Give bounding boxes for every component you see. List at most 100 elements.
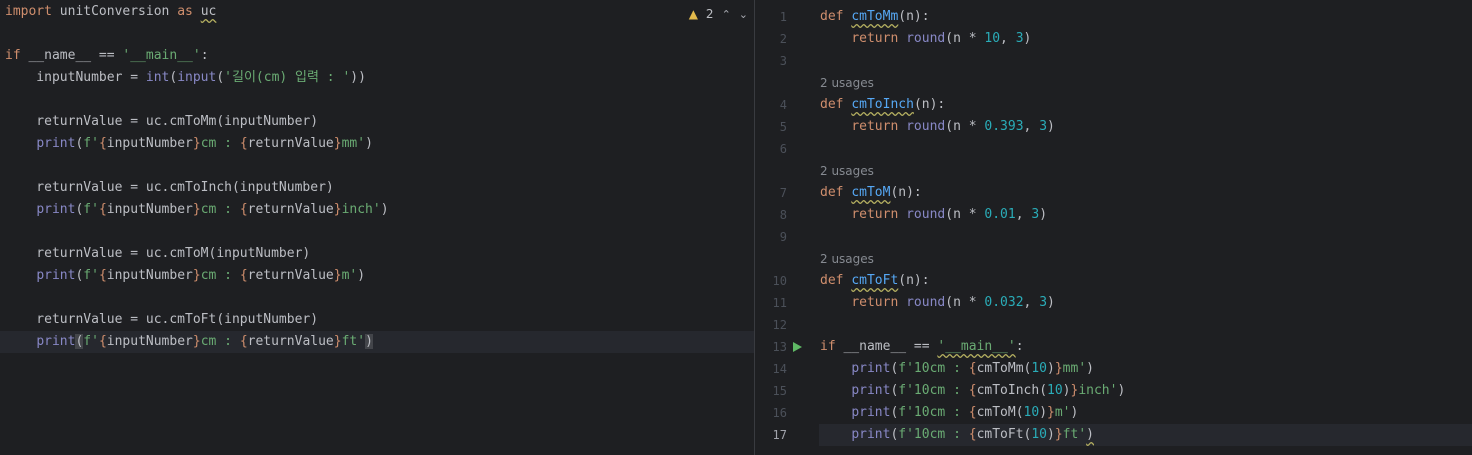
- keyword-token: import: [5, 4, 52, 19]
- code-token: ,: [1000, 31, 1016, 46]
- code-line-1[interactable]: import unitConversion as uc: [5, 1, 754, 23]
- line-number: 12: [772, 318, 787, 332]
- code-token: (: [1015, 405, 1024, 420]
- code-token: :: [1015, 339, 1024, 354]
- string-token: ft': [341, 334, 366, 349]
- string-token: cm :: [200, 334, 240, 349]
- brace-token: {: [239, 334, 248, 349]
- string-token: inch': [341, 202, 381, 217]
- code-line-7[interactable]: print(f'{inputNumber}cm : {returnValue}m…: [5, 133, 754, 155]
- number-token: 10: [984, 31, 1001, 46]
- variable-token: returnValue: [247, 334, 334, 349]
- string-token: cm :: [200, 202, 240, 217]
- code-line-9[interactable]: returnValue = uc.cmToInch(inputNumber): [5, 177, 754, 199]
- code-token: (n *: [945, 119, 985, 134]
- line-number: 8: [779, 208, 787, 222]
- line-number: 7: [779, 186, 787, 200]
- code-line-main-guard[interactable]: if __name__ == '__main__':: [820, 336, 1472, 358]
- builtin-token: round: [906, 31, 946, 46]
- call-token: cmToMm: [976, 361, 1024, 376]
- usages-hint[interactable]: 2 usages: [820, 248, 874, 270]
- code-line-13[interactable]: print(f'{inputNumber}cm : {returnValue}m…: [5, 265, 754, 287]
- brace-token: }: [333, 334, 342, 349]
- function-name-token: cmToInch: [851, 97, 914, 112]
- call-token: cmToFt: [976, 427, 1024, 442]
- brace-token: {: [239, 268, 248, 283]
- code-line-15[interactable]: returnValue = uc.cmToFt(inputNumber): [5, 309, 754, 331]
- keyword-token: if: [820, 339, 836, 354]
- code-line-return-cmtomm[interactable]: return round(n * 10, 3): [820, 28, 1472, 50]
- usages-hint[interactable]: 2 usages: [820, 72, 874, 94]
- code-token: ): [380, 202, 389, 217]
- line-number: 13: [772, 340, 787, 354]
- variable-token: inputNumber: [106, 268, 193, 283]
- line-number: 15: [772, 384, 787, 398]
- code-line-6[interactable]: returnValue = uc.cmToMm(inputNumber): [5, 111, 754, 133]
- code-line-print-m[interactable]: print(f'10cm : {cmToM(10)}m'): [820, 402, 1472, 424]
- brace-token: }: [1054, 427, 1063, 442]
- string-token: f'10cm :: [898, 361, 969, 376]
- code-token: ): [1023, 31, 1032, 46]
- brace-token: {: [98, 136, 107, 151]
- code-token: returnValue = uc.cmToMm(inputNumber): [5, 114, 319, 129]
- code-line-def-cmtoft[interactable]: def cmToFt(n):: [820, 270, 1472, 292]
- string-token: mm': [1062, 361, 1087, 376]
- left-editor-pane[interactable]: ▲ 2 ⌃ ⌄ import unitConversion as uc if _…: [0, 0, 754, 455]
- code-token: ,: [1023, 295, 1040, 310]
- line-number-gutter[interactable]: 1 2 3 4 5 6 7 8 9 10 11 12 13 14 15 16 1…: [755, 0, 819, 455]
- code-token: (n):: [898, 273, 930, 288]
- builtin-token: print: [851, 383, 891, 398]
- code-line-def-cmtomm[interactable]: def cmToMm(n):: [820, 6, 1472, 28]
- brace-token: }: [1047, 405, 1055, 420]
- function-name-token: cmToM: [851, 185, 891, 200]
- code-token: (: [216, 70, 225, 85]
- string-token: f'10cm :: [898, 405, 969, 420]
- code-line-return-cmtom[interactable]: return round(n * 0.01, 3): [820, 204, 1472, 226]
- string-token: f': [83, 268, 99, 283]
- code-line-print-ft[interactable]: print(f'10cm : {cmToFt(10)}ft'): [820, 424, 1472, 446]
- line-number: 4: [779, 98, 787, 112]
- code-line-def-cmtom[interactable]: def cmToM(n):: [820, 182, 1472, 204]
- code-line-10[interactable]: print(f'{inputNumber}cm : {returnValue}i…: [5, 199, 754, 221]
- code-token: ): [1047, 427, 1055, 442]
- code-line-return-cmtoft[interactable]: return round(n * 0.032, 3): [820, 292, 1472, 314]
- code-token: ,: [1015, 207, 1032, 222]
- string-token: f'10cm :: [898, 427, 969, 442]
- number-token: 0.393: [984, 119, 1024, 134]
- builtin-token: print: [851, 427, 891, 442]
- code-token: ): [365, 136, 373, 151]
- string-token: f': [83, 202, 99, 217]
- line-number: 3: [779, 54, 787, 68]
- code-token: ): [1039, 405, 1048, 420]
- string-token: cm :: [200, 268, 240, 283]
- code-line-return-cmtoinch[interactable]: return round(n * 0.393, 3): [820, 116, 1472, 138]
- code-line-def-cmtoinch[interactable]: def cmToInch(n):: [820, 94, 1472, 116]
- code-token: ): [1086, 427, 1094, 442]
- brace-token: {: [968, 361, 977, 376]
- brace-token: }: [192, 334, 201, 349]
- code-token: (: [1039, 383, 1048, 398]
- code-line-4[interactable]: inputNumber = int(input('길이(cm) 입력 : ')): [5, 67, 754, 89]
- right-editor-pane[interactable]: 1 2 3 4 5 6 7 8 9 10 11 12 13 14 15 16 1…: [755, 0, 1472, 455]
- code-line-16[interactable]: print(f'{inputNumber}cm : {returnValue}f…: [5, 331, 754, 353]
- builtin-token: print: [36, 202, 76, 217]
- usages-hint[interactable]: 2 usages: [820, 160, 874, 182]
- keyword-token: return: [851, 31, 899, 46]
- variable-token: returnValue: [247, 202, 334, 217]
- code-token: ): [1062, 383, 1071, 398]
- code-token: returnValue = uc.cmToFt(inputNumber): [5, 312, 319, 327]
- builtin-token: round: [906, 295, 946, 310]
- code-token: ): [1047, 361, 1055, 376]
- code-line-print-inch[interactable]: print(f'10cm : {cmToInch(10)}inch'): [820, 380, 1472, 402]
- alias-token: uc: [200, 4, 217, 19]
- keyword-token: return: [851, 295, 899, 310]
- builtin-token: print: [851, 361, 891, 376]
- string-token: m': [341, 268, 358, 283]
- run-icon[interactable]: [793, 342, 802, 352]
- variable-token: inputNumber: [106, 202, 193, 217]
- builtin-token: print: [851, 405, 891, 420]
- code-line-12[interactable]: returnValue = uc.cmToM(inputNumber): [5, 243, 754, 265]
- code-line-print-mm[interactable]: print(f'10cm : {cmToMm(10)}mm'): [820, 358, 1472, 380]
- number-token: 3: [1039, 295, 1048, 310]
- code-line-3[interactable]: if __name__ == '__main__':: [5, 45, 754, 67]
